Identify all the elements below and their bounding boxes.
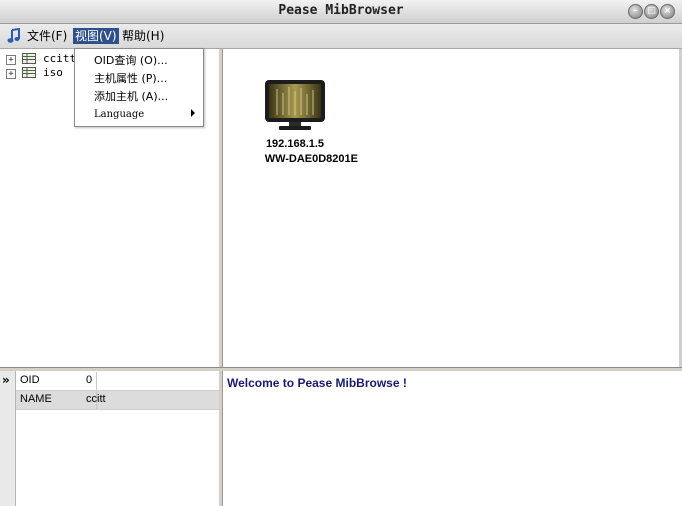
monitor-icon[interactable] [263,79,327,131]
property-row[interactable]: OID 0 [16,372,219,391]
menu-item-oid-query[interactable]: OID查询 (O)... [94,53,168,69]
expand-icon[interactable]: + [6,55,16,65]
property-key: OID [20,374,40,386]
menu-item-add-host[interactable]: 添加主机 (A)... [94,89,168,105]
menu-bar: 文件(F) 视图(V) 帮助(H) [0,24,682,49]
tree-node-label[interactable]: ccitt [43,52,76,65]
expand-arrows-icon[interactable]: » [2,373,10,387]
console-pane[interactable] [222,371,682,506]
property-row[interactable]: NAME ccitt [16,391,219,410]
properties-gutter [0,371,16,506]
column-divider [96,372,97,390]
menu-file[interactable]: 文件(F) [25,28,69,44]
window-title: Pease MibBrowser [278,3,404,18]
property-value: 0 [86,374,93,386]
host-ip-label[interactable]: 192.168.1.5 [225,138,365,150]
view-menu-dropdown: OID查询 (O)... 主机属性 (P)... 添加主机 (A)... Lan… [74,48,204,127]
menu-item-host-properties[interactable]: 主机属性 (P)... [94,71,167,87]
tree-node-label[interactable]: iso [43,66,63,79]
menu-view[interactable]: 视图(V) [73,28,119,44]
menu-item-language[interactable]: Language [94,107,144,123]
table-node-icon [22,53,36,64]
table-node-icon [22,67,36,78]
submenu-arrow-icon [191,109,195,117]
property-value: ccitt [86,393,106,405]
music-note-icon [7,28,20,43]
host-name-label[interactable]: WW-DAE0D8201E [212,153,358,165]
maximize-button[interactable]: □ [644,4,659,19]
property-key: NAME [20,393,52,405]
title-bar: Pease MibBrowser – □ × [0,0,682,24]
minimize-button[interactable]: – [628,4,643,19]
welcome-message: Welcome to Pease MibBrowse ! [227,376,407,390]
menu-help[interactable]: 帮助(H) [120,28,166,44]
expand-icon[interactable]: + [6,69,16,79]
close-button[interactable]: × [660,4,675,19]
